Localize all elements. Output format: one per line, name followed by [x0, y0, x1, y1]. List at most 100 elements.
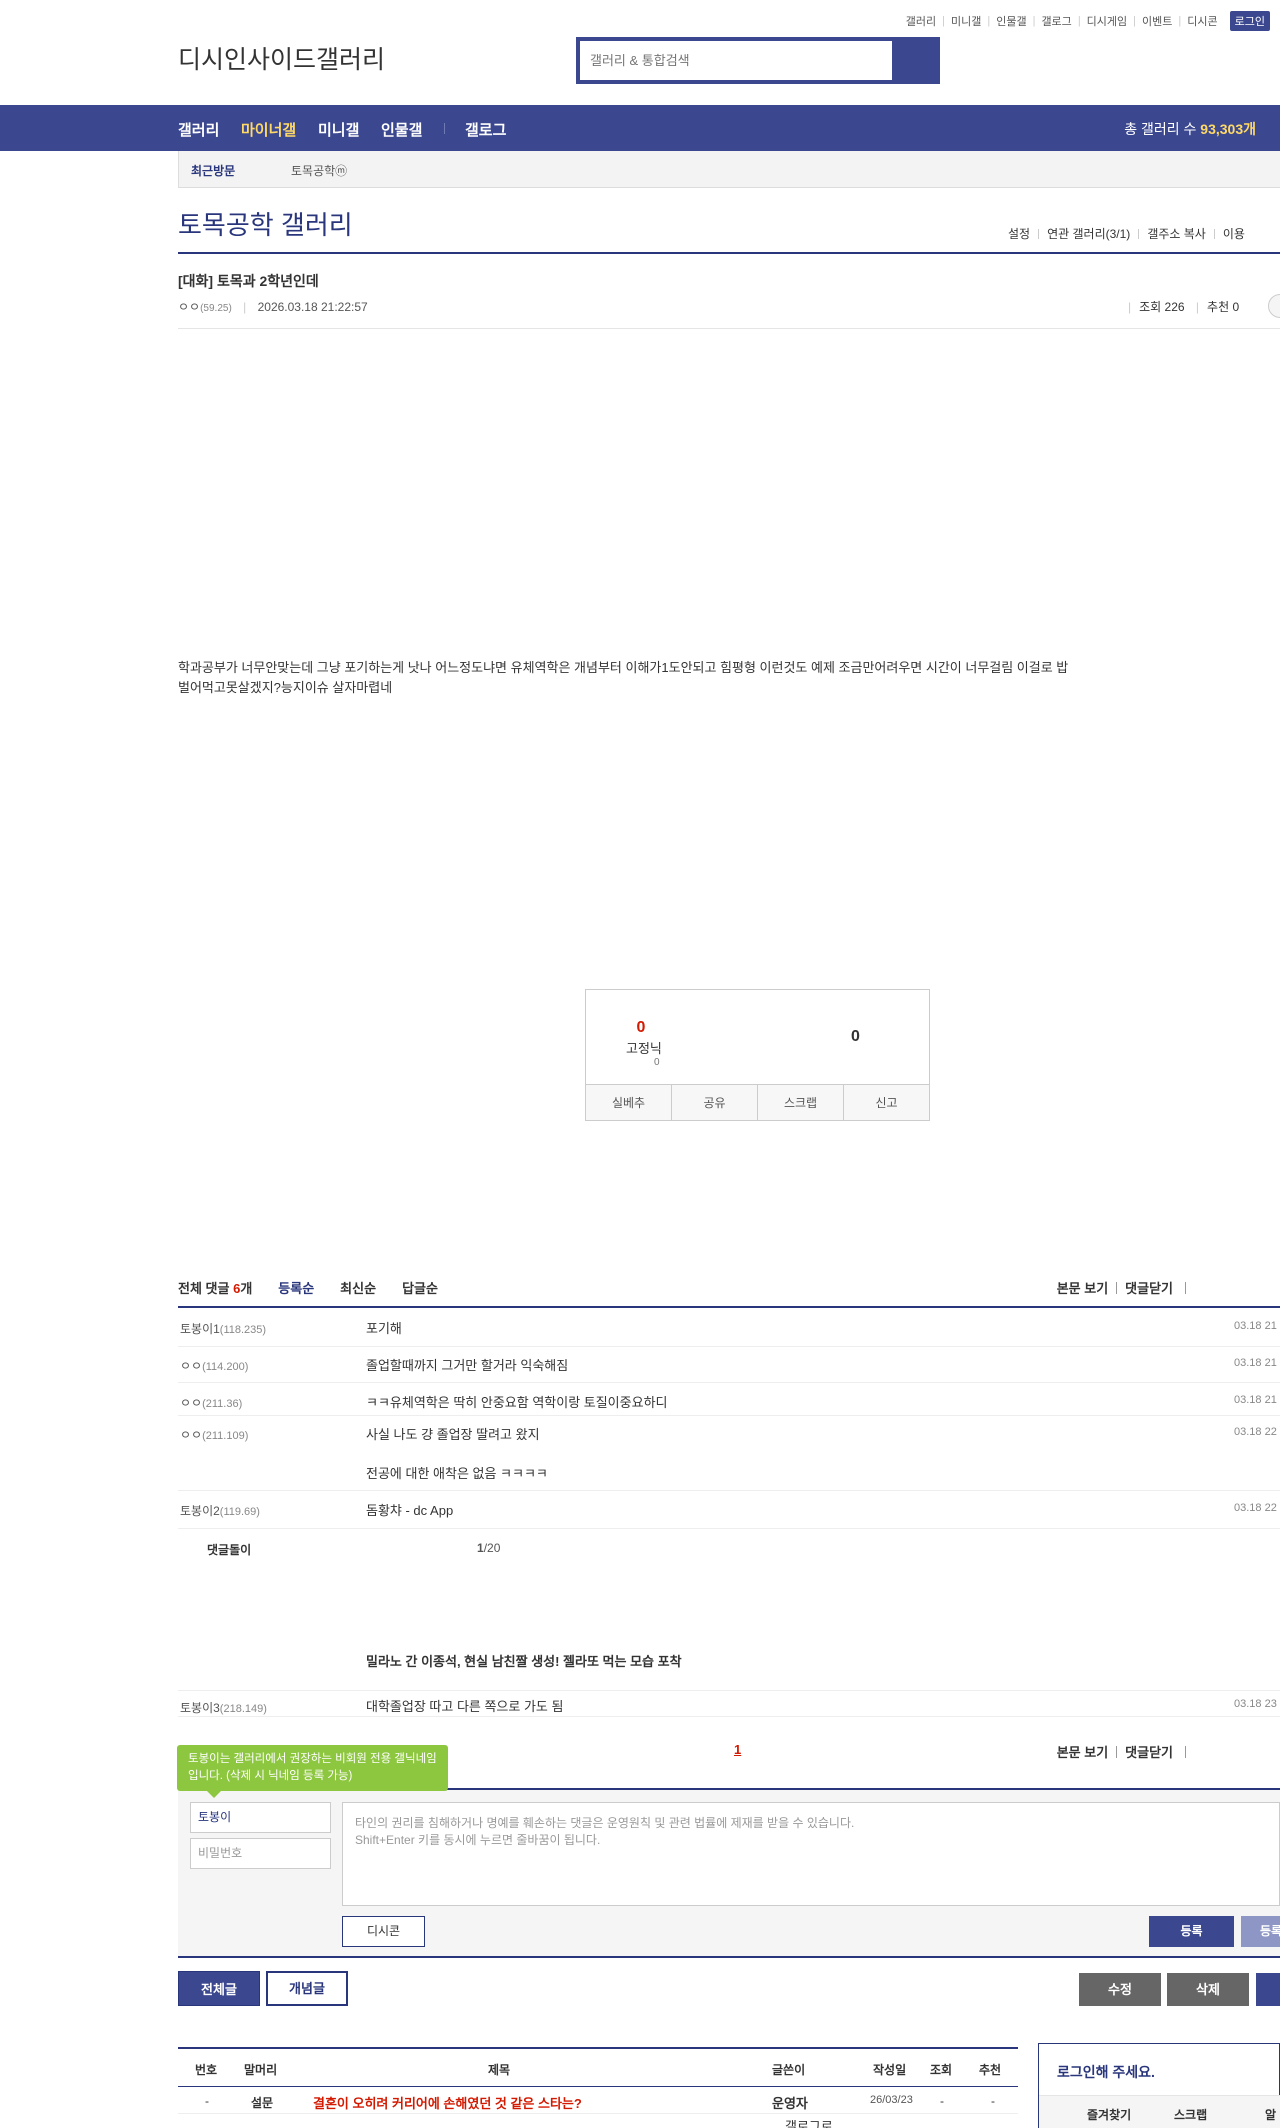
report-button[interactable]: 신고 — [844, 1085, 929, 1120]
submit-button[interactable]: 등록 — [1149, 1916, 1234, 1947]
nav-mini-gallery[interactable]: 미니갤 — [318, 119, 359, 140]
comment-write-box: 토봉이 비밀번호 타인의 권리를 침해하거나 명예를 훼손하는 댓글은 운영원칙… — [178, 1788, 1280, 1958]
edit-button[interactable]: 수정 — [1079, 1973, 1161, 2006]
usage-link[interactable]: 이용 — [1223, 225, 1245, 242]
login-box: 로그인해 주세요. 즐겨찾기 스크랩 알 — [1038, 2043, 1280, 2128]
gallog-image[interactable]: 갤로그로 — [785, 2116, 833, 2128]
password-field[interactable]: 비밀번호 — [190, 1838, 331, 1869]
nav-minor-gallery[interactable]: 마이너갤 — [241, 119, 296, 140]
topnav-mini[interactable]: 미니갤 — [951, 13, 981, 29]
comment-dolphin-pager[interactable]: 1/20 — [477, 1541, 500, 1555]
comment-date: 03.18 21 — [1234, 1320, 1277, 1332]
related-gallery-link[interactable]: 연관 갤러리(3/1) — [1047, 225, 1130, 242]
comment-nick[interactable]: 토봉이3(218.149) — [180, 1699, 267, 1716]
comment-textarea[interactable]: 타인의 권리를 침해하거나 명예를 훼손하는 댓글은 운영원칙 및 관련 법률에… — [342, 1802, 1280, 1906]
gallery-count-value: 93,303개 — [1200, 121, 1256, 137]
comment-row: 토봉이2(119.69) 돔황챠 - dc App 03.18 22 — [178, 1502, 1280, 1529]
concept-posts-button[interactable]: 개념글 — [266, 1971, 348, 2006]
post-meta: ㅇㅇ(59.25) | 2026.03.18 21:22:57 — [178, 300, 368, 314]
post-recommend: 추천 0 — [1207, 300, 1240, 314]
share-button[interactable]: 공유 — [672, 1085, 758, 1120]
comment-text: ㅋㅋ유체역학은 딱히 안중요함 역학이랑 토질이중요하디 — [366, 1395, 668, 1410]
comment-date: 03.18 23 — [1234, 1698, 1277, 1710]
nav-gallery[interactable]: 갤러리 — [178, 119, 219, 140]
comment-nick[interactable]: ㅇㅇ(211.109) — [180, 1426, 248, 1443]
comment-dolphin-label: 댓글돌이 — [207, 1543, 252, 1557]
topnav-event[interactable]: 이벤트 — [1142, 13, 1172, 29]
scrap-link[interactable]: 스크랩 — [1174, 2106, 1207, 2123]
comment-nick[interactable]: 토봉이2(119.69) — [180, 1502, 260, 1519]
settings-link[interactable]: 설정 — [1008, 225, 1030, 242]
real-best-button[interactable]: 실베추 — [586, 1085, 672, 1120]
recommend-up-count: 0 — [636, 1019, 646, 1036]
topnav-dccon[interactable]: 디시콘 — [1187, 13, 1217, 29]
comment-nick[interactable]: ㅇㅇ(114.200) — [180, 1357, 248, 1374]
row-head: 설문 — [251, 2096, 274, 2110]
write-button[interactable] — [1256, 1973, 1280, 2006]
view-body-button-bottom[interactable]: 본문 보기 — [1057, 1742, 1108, 1761]
login-prompt[interactable]: 로그인해 주세요. — [1057, 2062, 1155, 2082]
topnav-person[interactable]: 인물갤 — [996, 13, 1026, 29]
topnav-game[interactable]: 디시게임 — [1087, 13, 1127, 29]
nickname-tooltip: 토봉이는 갤러리에서 권장하는 비회원 전용 갤닉네임입니다. (삭제 시 닉네… — [177, 1745, 448, 1798]
post-more-button[interactable] — [1268, 294, 1280, 318]
col-views: 조회 — [930, 2063, 953, 2077]
comment-date: 03.18 22 — [1234, 1426, 1277, 1438]
scrap-button[interactable]: 스크랩 — [758, 1085, 844, 1120]
sort-reply[interactable]: 답글순 — [402, 1278, 438, 1297]
comment-total: 전체 댓글 6개 — [178, 1278, 252, 1297]
alarm-link[interactable]: 알 — [1265, 2106, 1276, 2123]
comment-ad-link[interactable]: 밀라노 간 이종석, 현실 남친짤 생성! 젤라또 먹는 모습 포착 — [366, 1651, 682, 1670]
search-input[interactable] — [580, 41, 898, 80]
post-author-ip: (59.25) — [200, 303, 232, 314]
search-box — [576, 37, 940, 84]
all-posts-button[interactable]: 전체글 — [178, 1971, 260, 2006]
recent-visit-item[interactable]: 토목공학ⓜ — [291, 162, 347, 179]
post-views: 조회 226 — [1139, 300, 1185, 314]
nickname-field[interactable]: 토봉이 — [190, 1802, 331, 1833]
nav-gallog[interactable]: 갤로그 — [465, 119, 506, 140]
row-recommend: - — [991, 2094, 995, 2108]
col-title: 제목 — [488, 2063, 511, 2077]
copy-address-link[interactable]: 갤주소 복사 — [1147, 225, 1206, 242]
login-button[interactable]: 로그인 — [1229, 11, 1270, 31]
recommend-actions: 실베추 공유 스크랩 신고 — [586, 1084, 929, 1120]
close-comments-button[interactable]: 댓글닫기 — [1125, 1278, 1173, 1297]
post-list-row[interactable]: - 설문 결혼이 오히려 커리어에 손해였던 것 같은 스타는? 운영자 26/… — [178, 2090, 1018, 2114]
row-writer[interactable]: 운영자 — [772, 2093, 808, 2112]
comment-text: 졸업할때까지 그거만 할거라 익숙해짐 — [366, 1358, 569, 1373]
comment-date: 03.18 21 — [1234, 1394, 1277, 1406]
col-writer: 글쓴이 — [772, 2063, 806, 2077]
fixed-nick-image: 고정닉 — [626, 1041, 662, 1056]
nav-person-gallery[interactable]: 인물갤 — [381, 119, 422, 140]
comment-nick[interactable]: ㅇㅇ(211.36) — [180, 1394, 242, 1411]
comment-bottom-tools: 본문 보기 댓글닫기 — [1057, 1742, 1186, 1761]
row-title[interactable]: 결혼이 오히려 커리어에 손해였던 것 같은 스타는? — [313, 2093, 582, 2112]
view-body-button[interactable]: 본문 보기 — [1057, 1278, 1108, 1297]
topnav-gallery[interactable]: 갤러리 — [906, 13, 936, 29]
comment-row: 토봉이3(218.149) 대학졸업장 따고 다른 쪽으로 가도 됨 03.18… — [178, 1690, 1280, 1717]
gallery-title[interactable]: 토목공학 갤러리 — [178, 205, 353, 242]
submit-recommend-button[interactable]: 등록 — [1241, 1916, 1280, 1947]
gallery-count: 총 갤러리 수 93,303개 — [1124, 119, 1256, 139]
sort-latest[interactable]: 최신순 — [340, 1278, 376, 1297]
topnav-gallog[interactable]: 갤로그 — [1041, 13, 1071, 29]
comment-total-label: 전체 댓글 — [178, 1281, 230, 1296]
recommend-box: 0 고정닉 0 0 실베추 공유 스크랩 신고 — [585, 989, 930, 1121]
delete-button[interactable]: 삭제 — [1167, 1973, 1249, 2006]
site-logo[interactable]: 디시인사이드갤러리 — [178, 40, 385, 76]
post-header-divider — [178, 328, 1280, 329]
post-list-header: 번호 말머리 제목 글쓴이 작성일 조회 추천 — [178, 2047, 1018, 2087]
close-comments-button-bottom[interactable]: 댓글닫기 — [1125, 1742, 1173, 1761]
search-button[interactable] — [892, 41, 936, 80]
sort-registered[interactable]: 등록순 — [278, 1278, 314, 1297]
nav-divider — [444, 123, 445, 134]
dccon-button[interactable]: 디시콘 — [342, 1916, 425, 1947]
post-author[interactable]: ㅇㅇ — [178, 300, 200, 314]
comment-nick[interactable]: 토봉이1(118.235) — [180, 1320, 266, 1337]
comment-row: 토봉이1(118.235) 포기해 03.18 21 — [178, 1320, 1280, 1347]
favorites-link[interactable]: 즐겨찾기 — [1087, 2106, 1131, 2123]
col-head: 말머리 — [244, 2063, 278, 2077]
comment-page-current[interactable]: 1 — [734, 1742, 741, 1757]
logo-image: 디시인사이드 — [178, 46, 317, 74]
